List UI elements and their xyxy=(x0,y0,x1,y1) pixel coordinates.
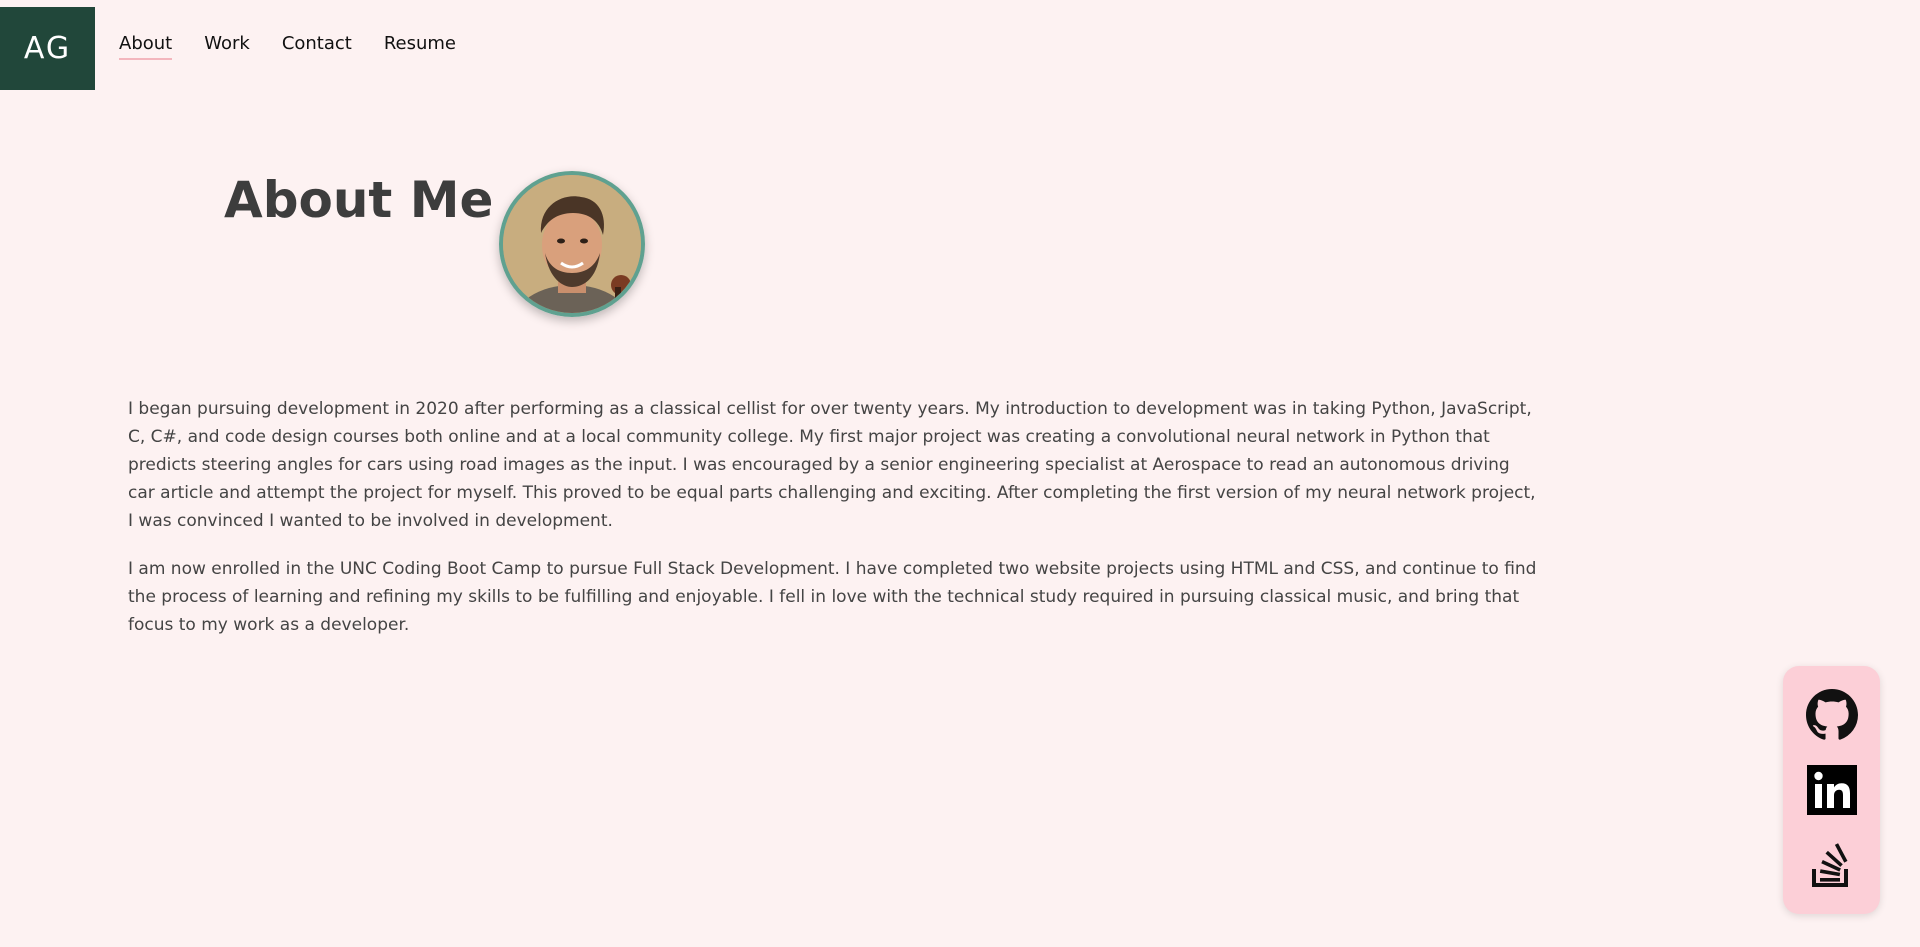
stackoverflow-link[interactable] xyxy=(1806,839,1858,891)
title-row: About Me xyxy=(224,171,493,229)
about-content: I began pursuing development in 2020 aft… xyxy=(128,395,1538,659)
nav-about[interactable]: About xyxy=(119,33,173,60)
about-paragraph-2: I am now enrolled in the UNC Coding Boot… xyxy=(128,559,1537,635)
page-title: About Me xyxy=(224,171,494,229)
profile-photo-icon xyxy=(503,175,641,313)
about-paragraph-1: I began pursuing development in 2020 aft… xyxy=(128,399,1536,531)
logo[interactable]: AG xyxy=(0,7,95,90)
site-header: AG About Work Contact Resume xyxy=(0,0,1920,100)
social-links xyxy=(1783,666,1880,914)
nav-resume[interactable]: Resume xyxy=(384,33,456,60)
stackoverflow-icon xyxy=(1811,842,1848,887)
github-icon xyxy=(1805,689,1858,741)
linkedin-link[interactable] xyxy=(1806,764,1858,816)
nav-contact[interactable]: Contact xyxy=(282,33,352,60)
avatar xyxy=(499,171,645,317)
main-nav: About Work Contact Resume xyxy=(119,33,488,60)
github-link[interactable] xyxy=(1805,689,1858,741)
linkedin-icon xyxy=(1806,764,1857,815)
nav-work[interactable]: Work xyxy=(204,33,250,60)
